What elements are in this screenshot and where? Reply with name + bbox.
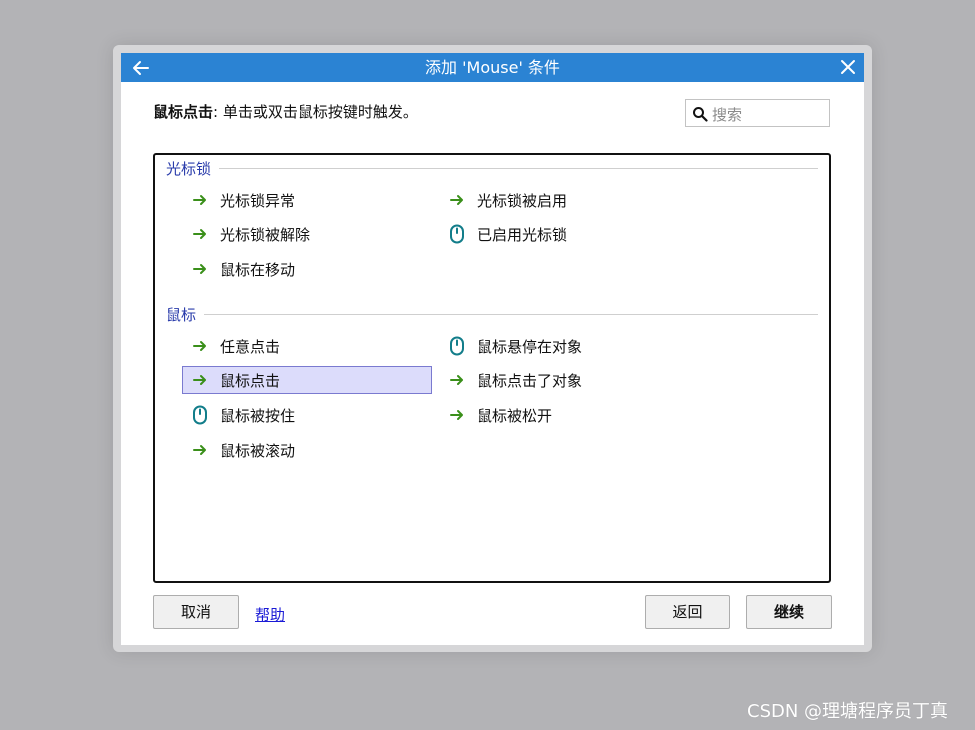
mouse-icon <box>193 405 207 425</box>
list-item-cursor-lock-enabled[interactable]: 光标锁被启用 <box>439 186 689 214</box>
mouse-icon <box>450 336 464 356</box>
list-item-mouse-click[interactable]: 鼠标点击 <box>182 366 432 394</box>
green-arrow-icon <box>193 375 206 385</box>
list-item-mouse-clicked-object[interactable]: 鼠标点击了对象 <box>439 366 689 394</box>
green-arrow-icon <box>193 341 206 351</box>
list-item-mouse-moving[interactable]: 鼠标在移动 <box>182 255 432 283</box>
mouse-icon <box>450 224 464 244</box>
list-item-cursor-lock-error[interactable]: 光标锁异常 <box>182 186 432 214</box>
list-item-label: 鼠标点击 <box>220 372 281 390</box>
cancel-button[interactable]: 取消 <box>153 595 239 629</box>
green-arrow-icon <box>450 195 463 205</box>
list-item-label: 光标锁被启用 <box>477 192 568 210</box>
list-item-any-click[interactable]: 任意点击 <box>182 332 432 360</box>
green-arrow-icon <box>450 375 463 385</box>
list-item-label: 鼠标悬停在对象 <box>477 338 583 356</box>
close-icon[interactable] <box>840 59 856 75</box>
search-input[interactable]: 搜索 <box>685 99 830 127</box>
list-item-cursor-lock-released[interactable]: 光标锁被解除 <box>182 220 432 248</box>
list-item-mouse-hover-object[interactable]: 鼠标悬停在对象 <box>439 332 689 360</box>
description-text: : 单击或双击鼠标按键时触发。 <box>213 103 418 121</box>
search-icon <box>693 107 708 122</box>
list-item-label: 鼠标被按住 <box>220 407 296 425</box>
back-button[interactable]: 返回 <box>645 595 730 629</box>
watermark-text: CSDN @理塘程序员丁真 <box>747 701 949 722</box>
list-item-mouse-held[interactable]: 鼠标被按住 <box>182 401 432 429</box>
list-item-mouse-released[interactable]: 鼠标被松开 <box>439 401 689 429</box>
list-item-label: 鼠标被滚动 <box>220 442 296 460</box>
dialog-frame: 添加 'Mouse' 条件 鼠标点击: 单击或双击鼠标按键时触发。 搜索 光标锁… <box>113 45 872 652</box>
group-label-cursor-lock: 光标锁 <box>166 160 212 178</box>
group-label-mouse: 鼠标 <box>166 306 197 324</box>
green-arrow-icon <box>193 195 206 205</box>
condition-description: 鼠标点击: 单击或双击鼠标按键时触发。 <box>153 101 418 122</box>
green-arrow-icon <box>193 229 206 239</box>
list-item-label: 鼠标点击了对象 <box>477 372 583 390</box>
green-arrow-icon <box>450 410 463 420</box>
dialog-title: 添加 'Mouse' 条件 <box>425 58 560 77</box>
description-title: 鼠标点击 <box>153 103 214 121</box>
list-item-cursor-lock-active[interactable]: 已启用光标锁 <box>439 220 689 248</box>
list-item-label: 已启用光标锁 <box>477 226 568 244</box>
title-bar: 添加 'Mouse' 条件 <box>121 53 864 82</box>
group-divider <box>219 168 818 169</box>
continue-button[interactable]: 继续 <box>746 595 832 629</box>
list-item-label: 光标锁被解除 <box>220 226 311 244</box>
help-link[interactable]: 帮助 <box>255 604 285 625</box>
search-placeholder: 搜索 <box>712 106 743 124</box>
list-item-label: 鼠标被松开 <box>477 407 553 425</box>
condition-list[interactable]: 光标锁 光标锁异常 光标锁被启用 光标锁被解除 已启用光标锁 鼠标在移动 鼠标 … <box>153 153 831 583</box>
green-arrow-icon <box>193 264 206 274</box>
list-item-label: 任意点击 <box>220 338 281 356</box>
add-condition-dialog: 添加 'Mouse' 条件 鼠标点击: 单击或双击鼠标按键时触发。 搜索 光标锁… <box>121 53 864 645</box>
list-item-label: 光标锁异常 <box>220 192 296 210</box>
list-item-label: 鼠标在移动 <box>220 261 296 279</box>
list-item-mouse-scrolled[interactable]: 鼠标被滚动 <box>182 436 432 464</box>
green-arrow-icon <box>193 445 206 455</box>
group-divider <box>204 314 818 315</box>
